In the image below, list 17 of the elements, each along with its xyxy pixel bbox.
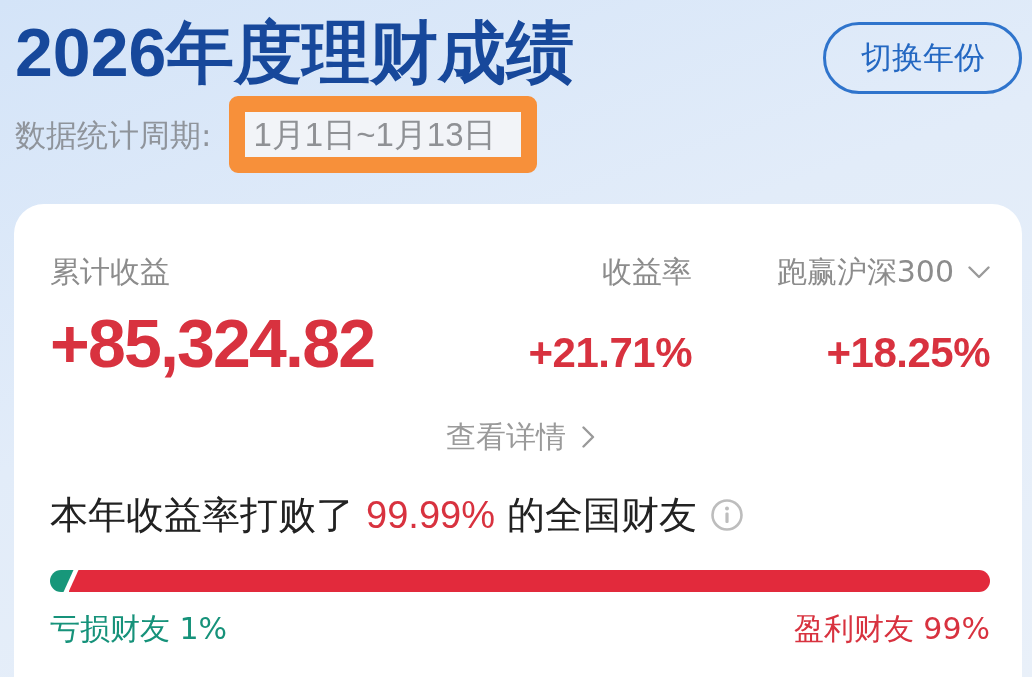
switch-year-button[interactable]: 切换年份 — [823, 22, 1022, 94]
stat-label: 收益率 — [602, 253, 692, 291]
info-icon[interactable] — [711, 499, 744, 531]
stat-value: +21.71% — [528, 328, 692, 378]
period-label: 数据统计周期: — [15, 115, 212, 155]
date-range: 1月1日~1月13日 — [252, 115, 498, 155]
stat-value: +18.25% — [826, 328, 990, 378]
index-dropdown[interactable]: 跑赢沪深300 — [776, 252, 990, 292]
loss-share-label: 亏损财友 1% — [50, 610, 228, 648]
stat-value: +85,324.82 — [50, 306, 375, 380]
gain-share-label: 盈利财友 99% — [793, 610, 990, 648]
stat-label: 累计收益 — [50, 253, 170, 291]
chevron-down-icon — [968, 265, 990, 279]
ranking-sentence: 本年收益率打败了 99.99% 的全国财友 — [50, 492, 698, 539]
view-details-link[interactable]: 查看详情 — [445, 417, 595, 457]
chevron-right-icon — [581, 426, 595, 448]
page-title: 2026年度理财成绩 — [15, 14, 575, 90]
